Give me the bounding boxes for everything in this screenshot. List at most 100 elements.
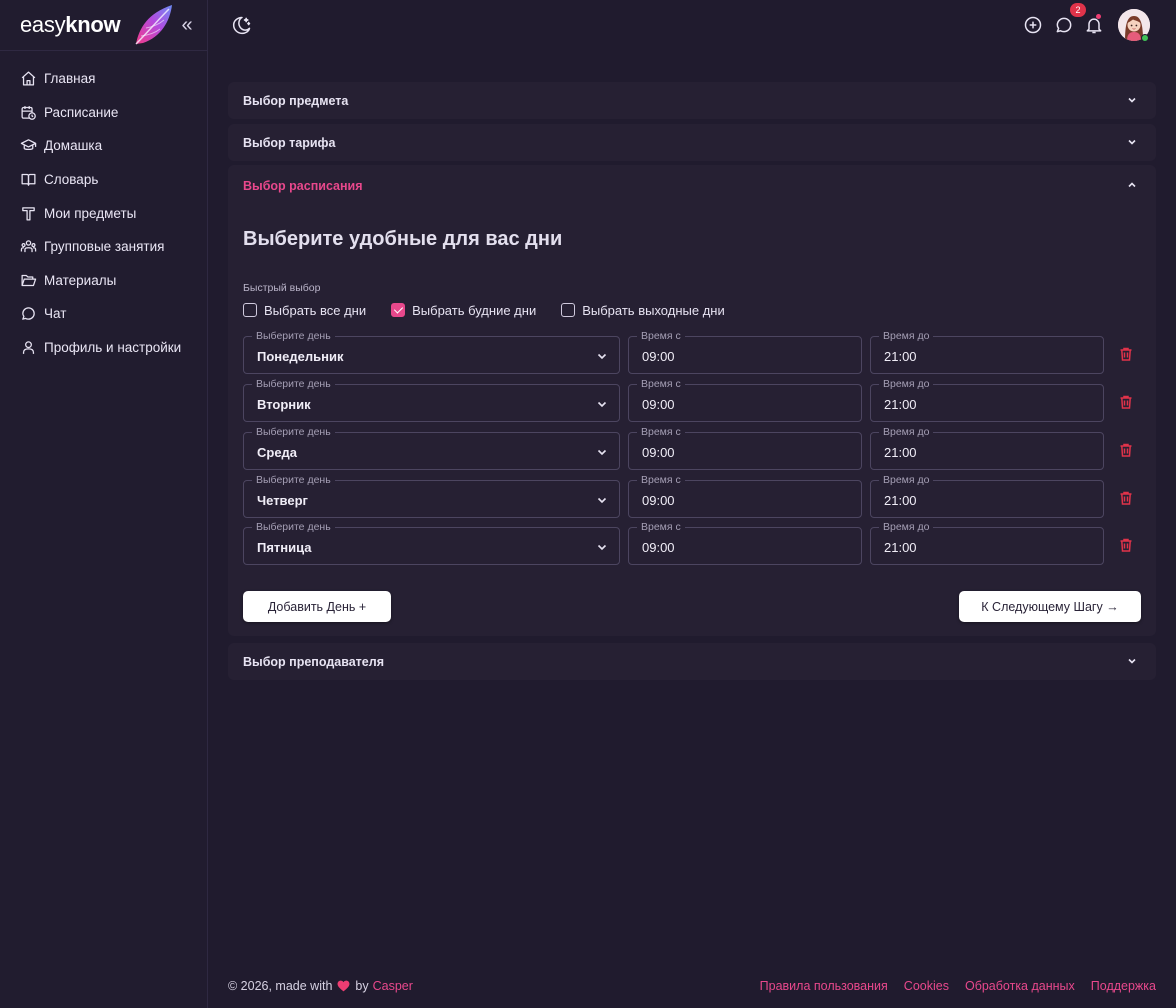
day-select[interactable]: Выберите день Понедельник: [243, 330, 620, 374]
sidebar-item-chat[interactable]: Чат: [0, 297, 207, 331]
time-from-input[interactable]: Время с 09:00: [628, 426, 862, 470]
sidebar-item-home[interactable]: Главная: [0, 62, 207, 96]
plus-circle-icon[interactable]: [1023, 15, 1043, 35]
chevron-up-icon: [1128, 182, 1136, 188]
book-open-icon: [21, 173, 36, 186]
schedule-title: Выберите удобные для вас дни: [243, 228, 563, 250]
time-from-value: 09:00: [642, 445, 675, 460]
moon-icon[interactable]: [232, 15, 252, 35]
time-to-input[interactable]: Время до 21:00: [870, 330, 1104, 374]
checkbox-label: Выбрать будние дни: [412, 302, 537, 318]
time-from-input[interactable]: Время с 09:00: [628, 378, 862, 422]
sidebar-item-homework[interactable]: Домашка: [0, 129, 207, 163]
time-to-input[interactable]: Время до 21:00: [870, 426, 1104, 470]
accordion-tariff[interactable]: Выбор тарифа: [228, 124, 1156, 161]
time-to-value: 21:00: [884, 493, 917, 508]
field-label: Время с: [637, 378, 685, 390]
cookies-link[interactable]: Cookies: [904, 979, 949, 993]
select-weekends-checkbox[interactable]: Выбрать выходные дни: [561, 303, 725, 318]
time-from-input[interactable]: Время с 09:00: [628, 330, 862, 374]
accordion-teacher[interactable]: Выбор преподавателя: [228, 643, 1156, 680]
time-from-input[interactable]: Время с 09:00: [628, 521, 862, 565]
author-link[interactable]: Casper: [373, 979, 413, 993]
quick-select-label: Быстрый выбор: [243, 282, 321, 294]
accordion-title: Выбор предмета: [243, 93, 349, 108]
users-icon: [20, 240, 37, 253]
sidebar-item-my-subjects[interactable]: Мои предметы: [0, 196, 207, 230]
day-value: Среда: [257, 445, 298, 460]
sidebar-item-label: Главная: [44, 71, 96, 87]
by-text: by: [355, 979, 369, 993]
sidebar-item-profile[interactable]: Профиль и настройки: [0, 331, 207, 365]
trash-icon[interactable]: [1118, 490, 1134, 506]
accordion-schedule[interactable]: Выбор расписания: [228, 165, 1156, 206]
sidebar-item-label: Мои предметы: [44, 205, 137, 221]
day-value: Понедельник: [257, 349, 344, 364]
terms-link[interactable]: Правила пользования: [760, 979, 888, 993]
logo-bar: easyknow «: [0, 0, 207, 51]
sidebar-item-label: Расписание: [44, 104, 119, 120]
add-day-button[interactable]: Добавить День +: [243, 591, 391, 622]
accordion-title: Выбор преподавателя: [243, 654, 384, 669]
sidebar-item-label: Групповые занятия: [44, 239, 165, 255]
sidebar-item-label: Материалы: [44, 272, 117, 288]
field-label: Выберите день: [252, 378, 335, 390]
day-value: Пятница: [257, 540, 312, 555]
trash-icon[interactable]: [1118, 346, 1134, 362]
home-icon: [21, 71, 36, 86]
time-to-input[interactable]: Время до 21:00: [870, 378, 1104, 422]
sidebar-item-schedule[interactable]: Расписание: [0, 96, 207, 130]
checkbox-box: [561, 303, 576, 317]
chevron-down-icon: [1128, 658, 1136, 664]
sidebar-item-group-lessons[interactable]: Групповые занятия: [0, 230, 207, 264]
sidebar-item-label: Профиль и настройки: [44, 340, 182, 356]
accordion-subject[interactable]: Выбор предмета: [228, 82, 1156, 119]
brand-logo[interactable]: easyknow: [20, 12, 121, 38]
sidebar-item-dictionary[interactable]: Словарь: [0, 163, 207, 197]
trash-icon[interactable]: [1118, 442, 1134, 458]
data-processing-link[interactable]: Обработка данных: [965, 979, 1075, 993]
trash-icon[interactable]: [1118, 537, 1134, 553]
sidebar-item-label: Словарь: [44, 172, 99, 188]
select-all-days-checkbox[interactable]: Выбрать все дни: [243, 303, 366, 318]
day-select[interactable]: Выберите день Среда: [243, 426, 620, 470]
field-label: Время с: [637, 521, 685, 533]
sidebar-collapse-button[interactable]: «: [178, 14, 196, 36]
bell-icon[interactable]: [1084, 15, 1104, 35]
trash-icon[interactable]: [1118, 394, 1134, 410]
field-label: Время до: [879, 521, 934, 533]
day-select[interactable]: Выберите день Четверг: [243, 474, 620, 518]
time-from-value: 09:00: [642, 397, 675, 412]
checkbox-label: Выбрать выходные дни: [582, 302, 725, 318]
chevron-down-icon: [1128, 139, 1136, 145]
select-weekdays-checkbox[interactable]: Выбрать будние дни: [391, 303, 536, 318]
chat-icon[interactable]: [1054, 15, 1074, 35]
sidebar-item-materials[interactable]: Материалы: [0, 264, 207, 298]
chevron-down-icon: [597, 353, 607, 360]
chat-bubble-icon: [22, 307, 35, 321]
field-label: Время до: [879, 330, 934, 342]
day-value: Вторник: [257, 397, 311, 412]
chevron-down-icon: [597, 497, 607, 504]
time-to-input[interactable]: Время до 21:00: [870, 521, 1104, 565]
day-select[interactable]: Выберите день Пятница: [243, 521, 620, 565]
day-value: Четверг: [257, 493, 308, 508]
graduation-cap-icon: [20, 139, 37, 151]
schedule-panel: Выберите удобные для вас дни Быстрый выб…: [228, 206, 1156, 636]
online-status-dot: [1141, 34, 1149, 42]
chevron-down-icon: [1128, 97, 1136, 103]
time-to-value: 21:00: [884, 397, 917, 412]
copyright-text: © 2026, made with: [228, 979, 333, 993]
sidebar-nav: Главная Расписание Домашка Словарь Мои п…: [0, 51, 207, 364]
brand-name-bold: know: [65, 12, 121, 37]
field-label: Выберите день: [252, 474, 335, 486]
checkbox-box: [243, 303, 257, 317]
day-select[interactable]: Выберите день Вторник: [243, 378, 620, 422]
support-link[interactable]: Поддержка: [1091, 979, 1156, 993]
field-label: Время до: [879, 426, 934, 438]
calendar-clock-icon: [21, 106, 36, 120]
field-label: Время до: [879, 474, 934, 486]
next-step-button[interactable]: К Следующему Шагу →: [959, 591, 1141, 622]
time-from-input[interactable]: Время с 09:00: [628, 474, 862, 518]
time-to-input[interactable]: Время до 21:00: [870, 474, 1104, 518]
